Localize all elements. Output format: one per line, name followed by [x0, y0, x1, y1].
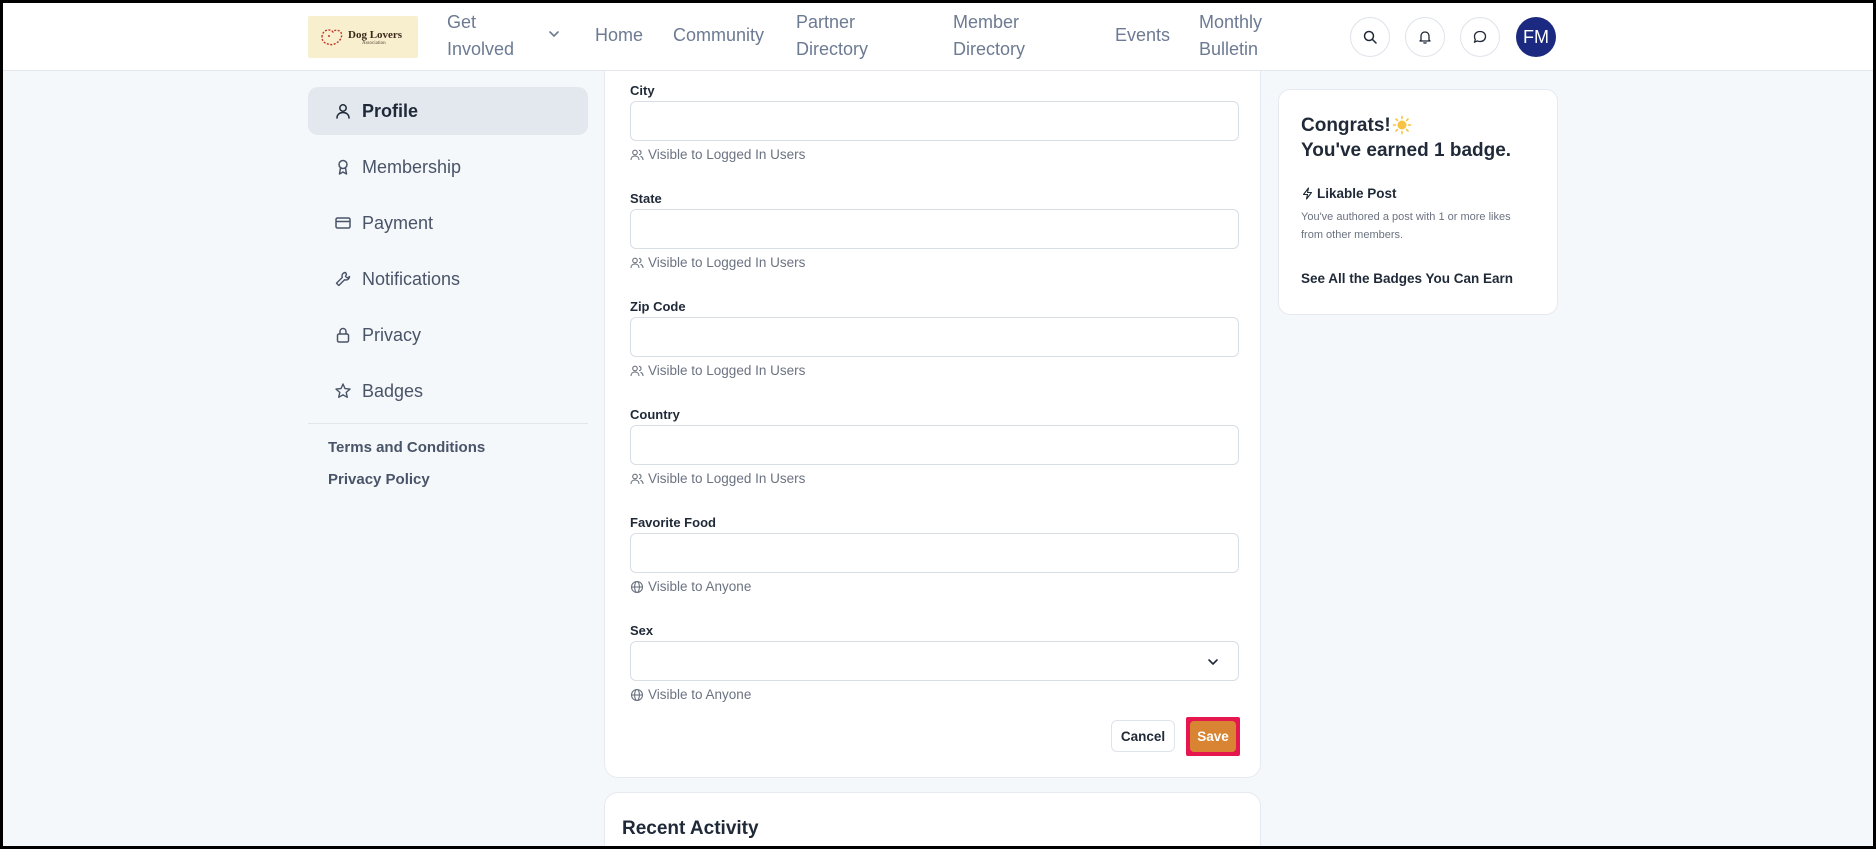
nav-label: Directory: [796, 39, 869, 59]
visibility-text: Visible to Logged In Users: [648, 147, 806, 162]
search-button[interactable]: [1350, 17, 1390, 57]
sidebar-item-label: Profile: [362, 100, 419, 121]
favorite-food-input[interactable]: [630, 533, 1239, 573]
nav-label: Get: [447, 12, 477, 32]
logo-subtext: Association: [362, 40, 386, 46]
credit-card-icon: [335, 217, 351, 229]
nav-get-involved[interactable]: Get Involved: [447, 9, 514, 63]
country-visibility[interactable]: Visible to Logged In Users: [630, 471, 805, 486]
users-icon: [630, 149, 644, 160]
nav-partner-directory[interactable]: Partner Directory: [796, 9, 868, 63]
top-navbar: Dog Lovers Association: [3, 3, 1873, 71]
sex-label: Sex: [630, 623, 654, 638]
recent-activity-title: Recent Activity: [622, 818, 759, 839]
notifications-button[interactable]: [1405, 17, 1445, 57]
nav-label: Bulletin: [1199, 39, 1259, 59]
chevron-down-icon[interactable]: [547, 27, 561, 41]
state-input[interactable]: [630, 209, 1239, 249]
nav-monthly-bulletin[interactable]: Monthly Bulletin: [1199, 9, 1262, 63]
nav-label: Partner: [796, 12, 856, 32]
award-icon: [338, 159, 348, 175]
state-label: State: [630, 191, 662, 206]
visibility-text: Visible to Anyone: [648, 579, 752, 594]
users-icon: [630, 257, 644, 268]
nav-label: Involved: [447, 39, 515, 59]
country-input[interactable]: [630, 425, 1239, 465]
user-icon: [336, 104, 350, 119]
nav-home[interactable]: Home: [595, 22, 643, 49]
badge-name-text: Likable Post: [1317, 186, 1397, 201]
sidebar-item-profile[interactable]: Profile: [308, 87, 588, 135]
visibility-text: Visible to Anyone: [648, 687, 752, 702]
visibility-text: Visible to Logged In Users: [648, 255, 806, 270]
sidebar-item-membership[interactable]: Membership: [308, 143, 588, 191]
see-all-badges-link[interactable]: See All the Badges You Can Earn: [1301, 271, 1513, 286]
badge-likable-post: Likable Post: [1301, 186, 1397, 201]
city-visibility[interactable]: Visible to Logged In Users: [630, 147, 805, 162]
sex-select[interactable]: [630, 641, 1239, 681]
nav-community[interactable]: Community: [673, 22, 764, 49]
zip-code-input[interactable]: [630, 317, 1239, 357]
wrench-icon: [335, 271, 351, 287]
badge-description: You've authored a post with 1 or more li…: [1301, 211, 1511, 241]
chevron-down-icon: [1208, 659, 1218, 666]
zip-code-visibility[interactable]: Visible to Logged In Users: [630, 363, 805, 378]
save-button[interactable]: Save: [1190, 721, 1236, 752]
sun-icon: [1392, 115, 1412, 135]
state-visibility[interactable]: Visible to Logged In Users: [630, 255, 805, 270]
lightning-icon: [1302, 187, 1313, 200]
nav-label: Directory: [953, 39, 1026, 59]
cancel-button[interactable]: Cancel: [1111, 720, 1175, 752]
nav-label: Member: [953, 12, 1020, 32]
terms-link[interactable]: Terms and Conditions: [328, 439, 485, 456]
sidebar-item-label: Badges: [362, 380, 424, 401]
site-logo[interactable]: Dog Lovers Association: [308, 16, 418, 58]
nav-label: Monthly: [1199, 12, 1263, 32]
sidebar-item-badges[interactable]: Badges: [308, 367, 588, 415]
city-input[interactable]: [630, 101, 1239, 141]
sidebar-item-label: Membership: [362, 156, 462, 177]
sidebar-item-label: Privacy: [362, 324, 422, 345]
app-frame: Dog Lovers Association Get Involved Home…: [3, 3, 1873, 846]
star-icon: [335, 383, 351, 398]
bell-icon: [1419, 31, 1431, 44]
sidebar-item-label: Notifications: [362, 268, 461, 289]
nav-events[interactable]: Events: [1115, 22, 1170, 49]
logo-text: Dog Lovers: [348, 28, 403, 41]
congrats-line2: You've earned 1 badge.: [1301, 140, 1512, 161]
users-icon: [630, 365, 644, 376]
sidebar-item-payment[interactable]: Payment: [308, 199, 588, 247]
visibility-text: Visible to Logged In Users: [648, 363, 806, 378]
sidebar-item-privacy[interactable]: Privacy: [308, 311, 588, 359]
visibility-text: Visible to Logged In Users: [648, 471, 806, 486]
sidebar-item-label: Payment: [362, 212, 434, 233]
zip-code-label: Zip Code: [630, 299, 686, 314]
lock-icon: [336, 327, 350, 343]
sidebar-divider: [308, 423, 588, 424]
messages-button[interactable]: [1460, 17, 1500, 57]
nav-member-directory[interactable]: Member Directory: [953, 9, 1025, 63]
dog-logo-icon: [321, 29, 343, 46]
sidebar-item-notifications[interactable]: Notifications: [308, 255, 588, 303]
globe-icon: [630, 580, 644, 593]
city-label: City: [630, 83, 655, 98]
favorite-food-label: Favorite Food: [630, 515, 716, 530]
favorite-food-visibility[interactable]: Visible to Anyone: [630, 579, 751, 594]
country-label: Country: [630, 407, 680, 422]
user-avatar[interactable]: FM: [1516, 17, 1556, 57]
users-icon: [630, 473, 644, 484]
search-icon: [1363, 30, 1377, 44]
privacy-policy-link[interactable]: Privacy Policy: [328, 471, 430, 488]
globe-icon: [630, 688, 644, 701]
chat-bubble-icon: [1473, 30, 1487, 43]
sex-visibility[interactable]: Visible to Anyone: [630, 687, 751, 702]
